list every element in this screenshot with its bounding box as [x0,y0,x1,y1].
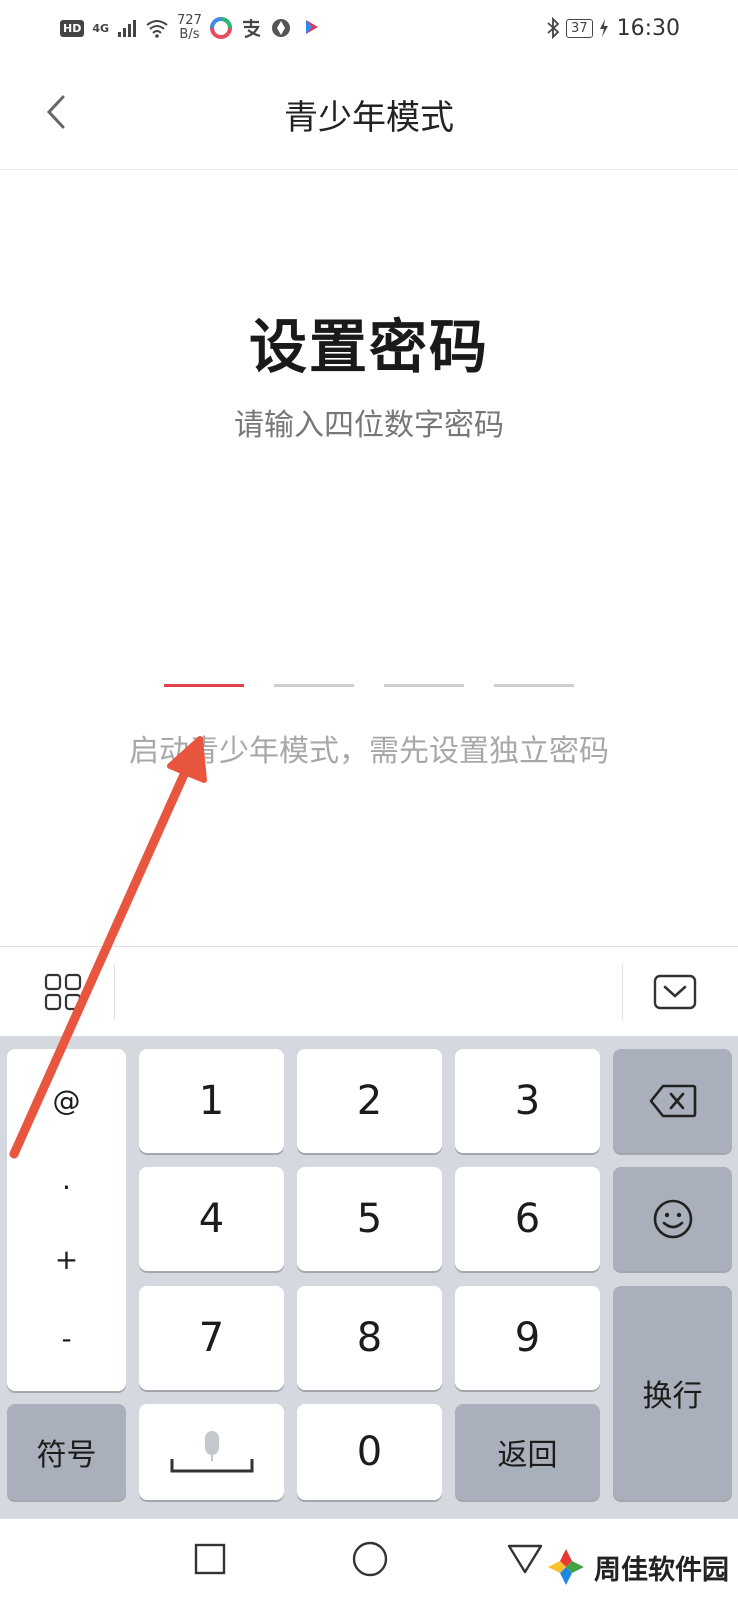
status-left: HD 4G 727 B/s [60,12,322,44]
symbol-minus[interactable]: - [7,1319,126,1359]
charging-icon [599,19,608,37]
pin-slot-3 [384,684,464,687]
password-hint: 启动青少年模式，需先设置独立密码 [129,734,609,769]
app-icon [271,19,290,37]
recent-apps-button[interactable] [180,1533,240,1585]
pin-slot-2 [274,684,354,687]
wifi-icon [146,20,168,38]
voice-input-key[interactable] [139,1404,284,1500]
network-type: 4G [92,21,110,35]
toolbar-divider [114,965,115,1019]
hide-keyboard-button[interactable] [642,961,708,1023]
pin-slot-4 [494,684,574,687]
recent-apps-icon [194,1543,226,1575]
speed-value: 727 [177,13,202,28]
return-key[interactable]: 返回 [455,1404,600,1500]
microphone-icon [170,1431,253,1473]
key-0[interactable]: 0 [297,1404,442,1500]
speed-unit: B/s [179,27,200,42]
key-7[interactable]: 7 [139,1286,284,1390]
status-right: 37 16:30 [546,12,680,44]
numeric-keyboard: @ . + - 1 2 3 4 5 6 7 8 9 符号 0 返回 换行 [0,1036,738,1519]
app-icon [209,17,232,39]
keyboard-hide-icon [653,974,697,1010]
symbols-key[interactable]: 符号 [7,1404,126,1500]
symbol-plus[interactable]: + [7,1240,126,1280]
grid-icon [44,973,82,1011]
watermark-logo-icon [548,1549,584,1585]
watermark: 周佳软件园 [544,1540,729,1594]
symbol-dot[interactable]: . [7,1160,126,1200]
status-bar: HD 4G 727 B/s 37 16:30 [0,0,738,56]
keyboard-toolbar [0,946,738,1036]
emoji-key[interactable] [613,1167,732,1271]
page-title: 青少年模式 [284,98,454,138]
key-4[interactable]: 4 [139,1167,284,1271]
key-9[interactable]: 9 [455,1286,600,1390]
key-3[interactable]: 3 [455,1049,600,1153]
key-1[interactable]: 1 [139,1049,284,1153]
backspace-icon [649,1084,696,1118]
pin-slot-1 [164,684,244,687]
symbol-at[interactable]: @ [7,1081,126,1121]
clock: 16:30 [616,15,680,41]
hd-badge: HD [60,19,85,37]
keyboard-menu-button[interactable] [30,961,96,1023]
youku-icon [305,20,318,34]
key-2[interactable]: 2 [297,1049,442,1153]
signal-icon [118,20,137,37]
emoji-icon [653,1199,692,1239]
network-speed: 727 B/s [177,14,202,42]
set-password-title: 设置密码 [248,313,489,381]
watermark-text: 周佳软件园 [594,1554,729,1586]
backspace-key[interactable] [613,1049,732,1153]
alipay-icon [242,19,261,39]
key-8[interactable]: 8 [297,1286,442,1390]
key-5[interactable]: 5 [297,1167,442,1271]
app-header: 青少年模式 [0,56,738,170]
enter-key[interactable]: 换行 [613,1286,732,1500]
set-password-subtitle: 请输入四位数字密码 [234,408,504,443]
home-button[interactable] [340,1533,400,1585]
key-6[interactable]: 6 [455,1167,600,1271]
symbol-list[interactable]: @ . + - [7,1049,126,1391]
pin-input[interactable] [164,684,574,688]
toolbar-divider [622,965,623,1019]
home-icon [352,1541,388,1577]
bluetooth-icon [547,17,560,39]
back-icon [507,1544,543,1574]
battery-level: 37 [566,18,593,38]
